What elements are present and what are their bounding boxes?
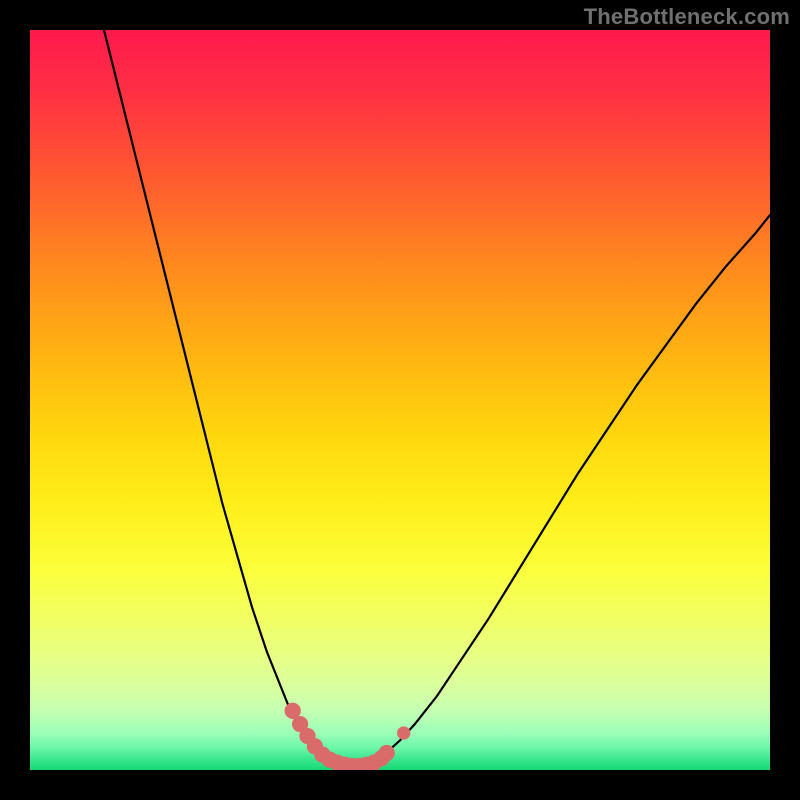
data-marker bbox=[397, 726, 410, 739]
watermark-text: TheBottleneck.com bbox=[584, 4, 790, 30]
curve-left bbox=[104, 30, 326, 757]
curve-group bbox=[104, 30, 770, 766]
data-marker bbox=[379, 745, 395, 761]
marker-group bbox=[285, 703, 411, 770]
chart-frame: TheBottleneck.com bbox=[0, 0, 800, 800]
chart-svg bbox=[30, 30, 770, 770]
plot-area bbox=[30, 30, 770, 770]
curve-right bbox=[385, 215, 770, 754]
